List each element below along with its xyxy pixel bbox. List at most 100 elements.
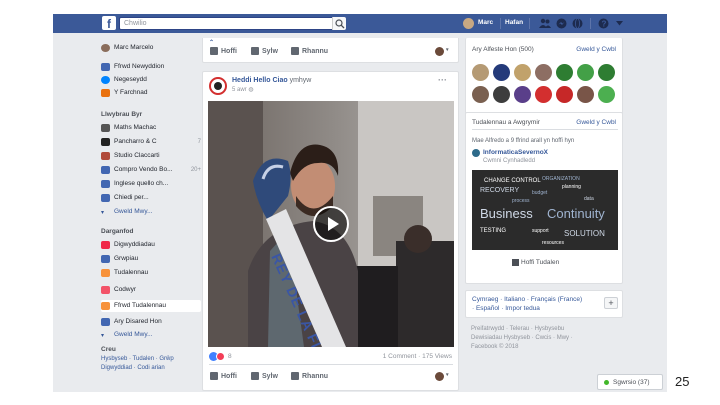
friend-avatar[interactable] [556, 86, 573, 103]
friend-avatar[interactable] [535, 64, 552, 81]
language-links[interactable]: · Español · Impor tedua [472, 305, 540, 312]
sidebar-item-fundraisers[interactable]: Codwyr [101, 285, 201, 295]
footer-links[interactable]: Dewisiadau Hysbyseb · Cwcis · Mwy · [471, 334, 573, 343]
chat-bar[interactable]: Sgwrsio (37) [597, 374, 663, 390]
sidebar-item-label: Tudalennau [114, 269, 149, 276]
friend-avatar[interactable] [472, 86, 489, 103]
shortcut-item[interactable]: Pancharro & C 7 [101, 137, 201, 147]
group-icon [101, 124, 110, 132]
video-player[interactable]: REY DE LA FI [208, 101, 454, 347]
chevron-down-icon[interactable]: ▾ [446, 372, 449, 378]
sidebar-item-events[interactable]: Digwyddiadau [101, 240, 201, 250]
like-button[interactable]: Hoffi [210, 372, 237, 380]
share-label: Rhannu [302, 372, 329, 380]
language-links[interactable]: Cymraeg · Italiano · Français (France) [472, 296, 582, 303]
avatar[interactable] [463, 18, 474, 29]
like-page-button[interactable]: Hoffi Tudalen [512, 259, 559, 266]
shortcut-item[interactable]: Maths Machac [101, 123, 201, 133]
avatar[interactable] [435, 47, 444, 56]
word-cloud-word: CHANGE CONTROL [484, 178, 541, 184]
add-language-button[interactable]: + [604, 297, 618, 309]
footer-links[interactable]: Preifatrwydd · Telerau · Hysbysebu [471, 325, 564, 334]
suggested-page-name[interactable]: InformaticaSevernoX [483, 149, 548, 156]
sidebar-item-messenger[interactable]: Negeseydd [101, 75, 201, 85]
post-card: Heddi Hello Ciao ymhyw 5 awr ◍ ··· REY D… [202, 71, 459, 391]
sidebar-item-pages[interactable]: Tudalennau [101, 268, 201, 278]
sidebar-item-pages-feed[interactable]: Ffrwd Tudalennau [101, 300, 201, 312]
share-button[interactable]: Rhannu [291, 47, 328, 55]
create-links[interactable]: Digwyddiad · Codi arian [101, 364, 165, 373]
see-more-link[interactable]: ▾ Gweld Mwy... [101, 207, 201, 217]
news-feed-icon [101, 63, 110, 71]
search-icon[interactable] [332, 17, 346, 30]
messenger-icon[interactable] [556, 18, 567, 29]
friend-avatar[interactable] [556, 64, 573, 81]
friend-avatar[interactable] [514, 64, 531, 81]
word-cloud-word: SOLUTION [564, 229, 605, 238]
shortcut-item[interactable]: Studio Claccarti [101, 151, 201, 161]
see-all-link[interactable]: Gweld y Cwbl [576, 119, 616, 126]
group-icon [101, 180, 110, 188]
see-more-link[interactable]: ▾ Gweld Mwy... [101, 330, 201, 340]
friend-requests-icon[interactable] [539, 18, 551, 29]
love-reaction-icon[interactable] [216, 352, 225, 361]
shortcut-item[interactable]: Chiedi per... [101, 193, 201, 203]
globe-icon: ◍ [248, 87, 254, 93]
page-avatar[interactable] [472, 149, 480, 157]
groups-icon [101, 255, 110, 263]
page-icon [101, 152, 110, 160]
facebook-logo-icon[interactable]: f [102, 16, 116, 31]
sidebar-item-news-feed[interactable]: Ffrwd Newyddion [101, 62, 201, 72]
thumbs-up-icon [512, 259, 519, 266]
sidebar-item-explore[interactable]: Ary Disared Hon [101, 317, 201, 327]
share-button[interactable]: Rhannu [291, 372, 328, 380]
like-button[interactable]: Hoffi [210, 47, 237, 55]
sidebar-item-label: Marc Marcelo [114, 44, 154, 51]
post-stats[interactable]: 1 Comment · 175 Views [383, 353, 452, 360]
more-options-icon[interactable]: ··· [438, 75, 447, 85]
sidebar-profile[interactable]: Marc Marcelo [101, 43, 201, 53]
comment-label: Sylw [262, 372, 278, 380]
friend-avatar[interactable] [598, 64, 615, 81]
divider [209, 364, 453, 365]
sidebar-item-label: Compro Vendo Bo... [114, 166, 173, 173]
copyright: Facebook © 2018 [471, 344, 519, 350]
globe-icon[interactable] [572, 18, 583, 29]
sidebar-item-groups[interactable]: Grwpiau [101, 254, 201, 264]
shortcut-item[interactable]: Inglese quello ch... [101, 179, 201, 189]
friend-avatar[interactable] [493, 64, 510, 81]
shortcut-item[interactable]: Compro Vendo Bo... 20+ [101, 165, 201, 175]
friend-avatar[interactable] [472, 64, 489, 81]
friend-avatar[interactable] [493, 86, 510, 103]
friend-avatar[interactable] [577, 64, 594, 81]
comment-button[interactable]: Sylw [251, 47, 278, 55]
friend-avatar[interactable] [598, 86, 615, 103]
help-icon[interactable]: ? [598, 18, 609, 29]
word-cloud-word: TESTING [480, 228, 506, 234]
comment-button[interactable]: Sylw [251, 372, 278, 380]
avatar[interactable] [435, 372, 444, 381]
friend-avatar[interactable] [577, 86, 594, 103]
chevron-down-icon[interactable] [616, 21, 623, 26]
suggested-page-image[interactable]: CHANGE CONTROL RECOVERY ORGANIZATION planni… [472, 170, 618, 250]
play-button[interactable] [313, 206, 349, 242]
page-avatar[interactable] [209, 77, 227, 95]
search-input[interactable]: Chwilio [119, 17, 346, 30]
count-badge: 20+ [190, 167, 201, 173]
sidebar-item-marketplace[interactable]: Y Farchnad [101, 88, 201, 98]
page-name-link[interactable]: Heddi Hello Ciao [232, 77, 288, 84]
friend-avatar[interactable] [535, 86, 552, 103]
create-links[interactable]: Hysbyseb · Tudalen · Grŵp [101, 355, 174, 364]
post-time[interactable]: 5 awr ◍ [232, 86, 254, 93]
flag-icon [101, 302, 110, 310]
chevron-down-icon[interactable]: ▾ [446, 47, 449, 53]
friend-avatar[interactable] [514, 86, 531, 103]
reactions-count[interactable]: 8 [228, 353, 232, 360]
sidebar-item-label: Digwyddiadau [114, 241, 155, 248]
sidebar-item-label: Gweld Mwy... [114, 208, 153, 215]
profile-link[interactable]: Marc [478, 19, 493, 26]
suggested-page-type: Cwmni Cynhadledd [483, 158, 536, 164]
home-link[interactable]: Hafan [505, 19, 523, 26]
see-all-link[interactable]: Gweld y Cwbl [576, 46, 616, 53]
explore-icon [101, 318, 110, 326]
